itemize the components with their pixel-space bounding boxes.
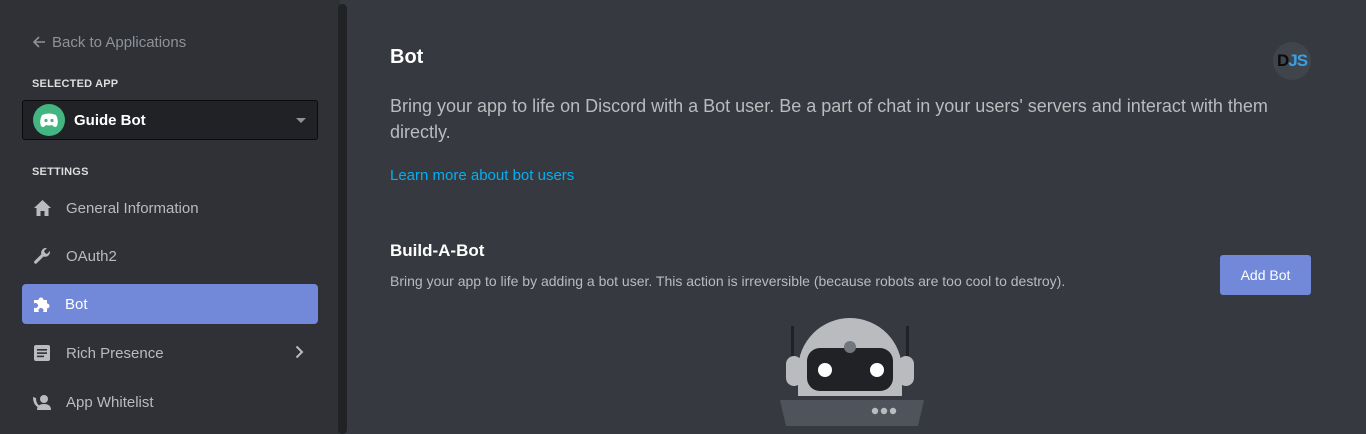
user-avatar[interactable]: D JS — [1273, 42, 1311, 80]
home-icon — [32, 198, 52, 218]
sidebar-item-general-information[interactable]: General Information — [22, 188, 318, 228]
chevron-down-icon — [296, 118, 306, 123]
main-content: Bot D JS Bring your app to life on Discor… — [350, 0, 1366, 434]
avatar-text-d: D — [1276, 51, 1289, 70]
sidebar-item-label: General Information — [66, 199, 199, 217]
sidebar: Back to Applications SELECTED APP Guide … — [0, 0, 340, 434]
sidebar-item-oauth2[interactable]: OAuth2 — [22, 236, 318, 276]
build-a-bot-description: Bring your app to life by adding a bot u… — [390, 273, 1066, 289]
sidebar-item-label: Bot — [65, 295, 88, 313]
learn-more-link[interactable]: Learn more about bot users — [390, 167, 574, 184]
puzzle-icon — [32, 294, 52, 314]
discord-logo-icon — [33, 104, 65, 136]
sidebar-item-label: Rich Presence — [66, 344, 164, 362]
selected-app-name: Guide Bot — [74, 111, 146, 129]
build-a-bot-title: Build-A-Bot — [390, 241, 485, 260]
add-bot-button[interactable]: Add Bot — [1220, 255, 1311, 295]
arrow-left-icon — [33, 36, 45, 48]
robot-illustration — [780, 318, 924, 426]
user-phone-icon — [32, 392, 52, 412]
sidebar-scrollbar[interactable] — [338, 4, 347, 434]
wrench-icon — [32, 246, 52, 266]
sidebar-item-app-whitelist[interactable]: App Whitelist — [22, 382, 318, 422]
document-icon — [32, 343, 52, 363]
page-title: Bot — [390, 46, 424, 68]
avatar-text-js: JS — [1288, 51, 1308, 70]
sidebar-item-label: OAuth2 — [66, 247, 117, 265]
selected-app-heading: SELECTED APP — [32, 78, 119, 90]
back-link-label: Back to Applications — [52, 33, 187, 51]
sidebar-item-label: App Whitelist — [66, 393, 154, 411]
sidebar-item-rich-presence[interactable]: Rich Presence — [22, 333, 318, 373]
back-to-applications-link[interactable]: Back to Applications — [33, 33, 186, 51]
settings-heading: SETTINGS — [32, 166, 89, 178]
chevron-right-icon — [295, 345, 304, 359]
page-description: Bring your app to life on Discord with a… — [390, 96, 1268, 142]
app-selector-dropdown[interactable]: Guide Bot — [22, 100, 318, 140]
sidebar-item-bot[interactable]: Bot — [22, 284, 318, 324]
